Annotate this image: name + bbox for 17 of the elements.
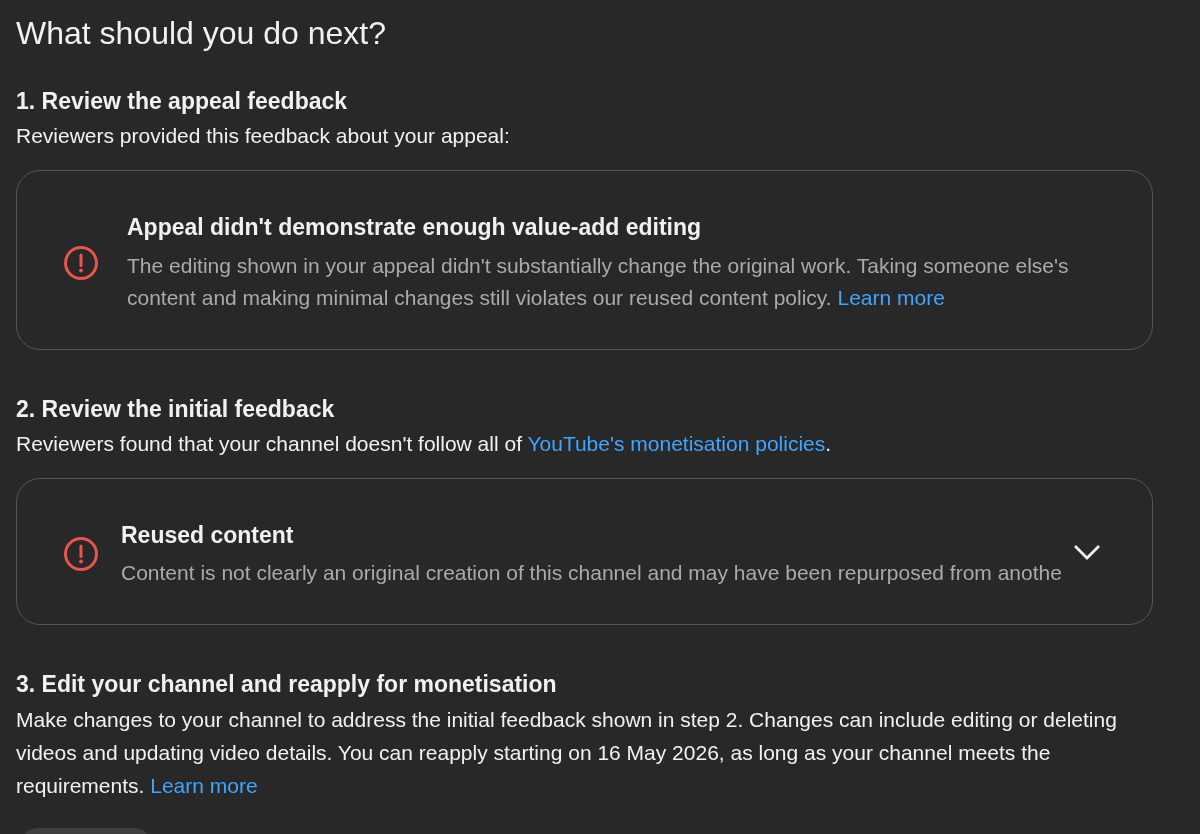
- step-description: Reviewers provided this feedback about your appeal:: [16, 123, 510, 149]
- page-title: What should you do next?: [16, 14, 386, 53]
- step-heading: 2. Review the initial feedback: [16, 395, 335, 424]
- chevron-down-icon[interactable]: [1074, 545, 1100, 561]
- inline-link[interactable]: Learn more: [150, 774, 258, 797]
- inline-link[interactable]: Learn more: [837, 286, 945, 309]
- alert-icon: [64, 245, 98, 280]
- feedback-description: The editing shown in your appeal didn't substantially change the original work. Taking someone else's content and making minimal changes still violates our reused content policy. Learn more: [127, 253, 1070, 311]
- step-description: Reviewers found that your channel doesn't follow all of YouTube's monetisation policies.: [16, 431, 832, 457]
- inline-link[interactable]: YouTube's monetisation policies: [527, 432, 826, 455]
- step-heading: 1. Review the appeal feedback: [16, 87, 348, 116]
- alert-icon: [64, 537, 98, 571]
- step-description: Make changes to your channel to address the initial feedback shown in step 2. Changes can include editing or deleting videos and updating video details. You can reapply starting on 16 May 2026, as long as your channel meets the requirements. Learn more: [16, 707, 1118, 799]
- step-heading: 3. Edit your channel and reapply for monetisation: [16, 670, 557, 699]
- feedback-title: Reused content: [121, 521, 295, 550]
- feedback-description: Content is not clearly an original creation of this channel and may have been repurposed from anothe: [121, 560, 1063, 586]
- feedback-title: Appeal didn't demonstrate enough value-add editing: [127, 213, 703, 242]
